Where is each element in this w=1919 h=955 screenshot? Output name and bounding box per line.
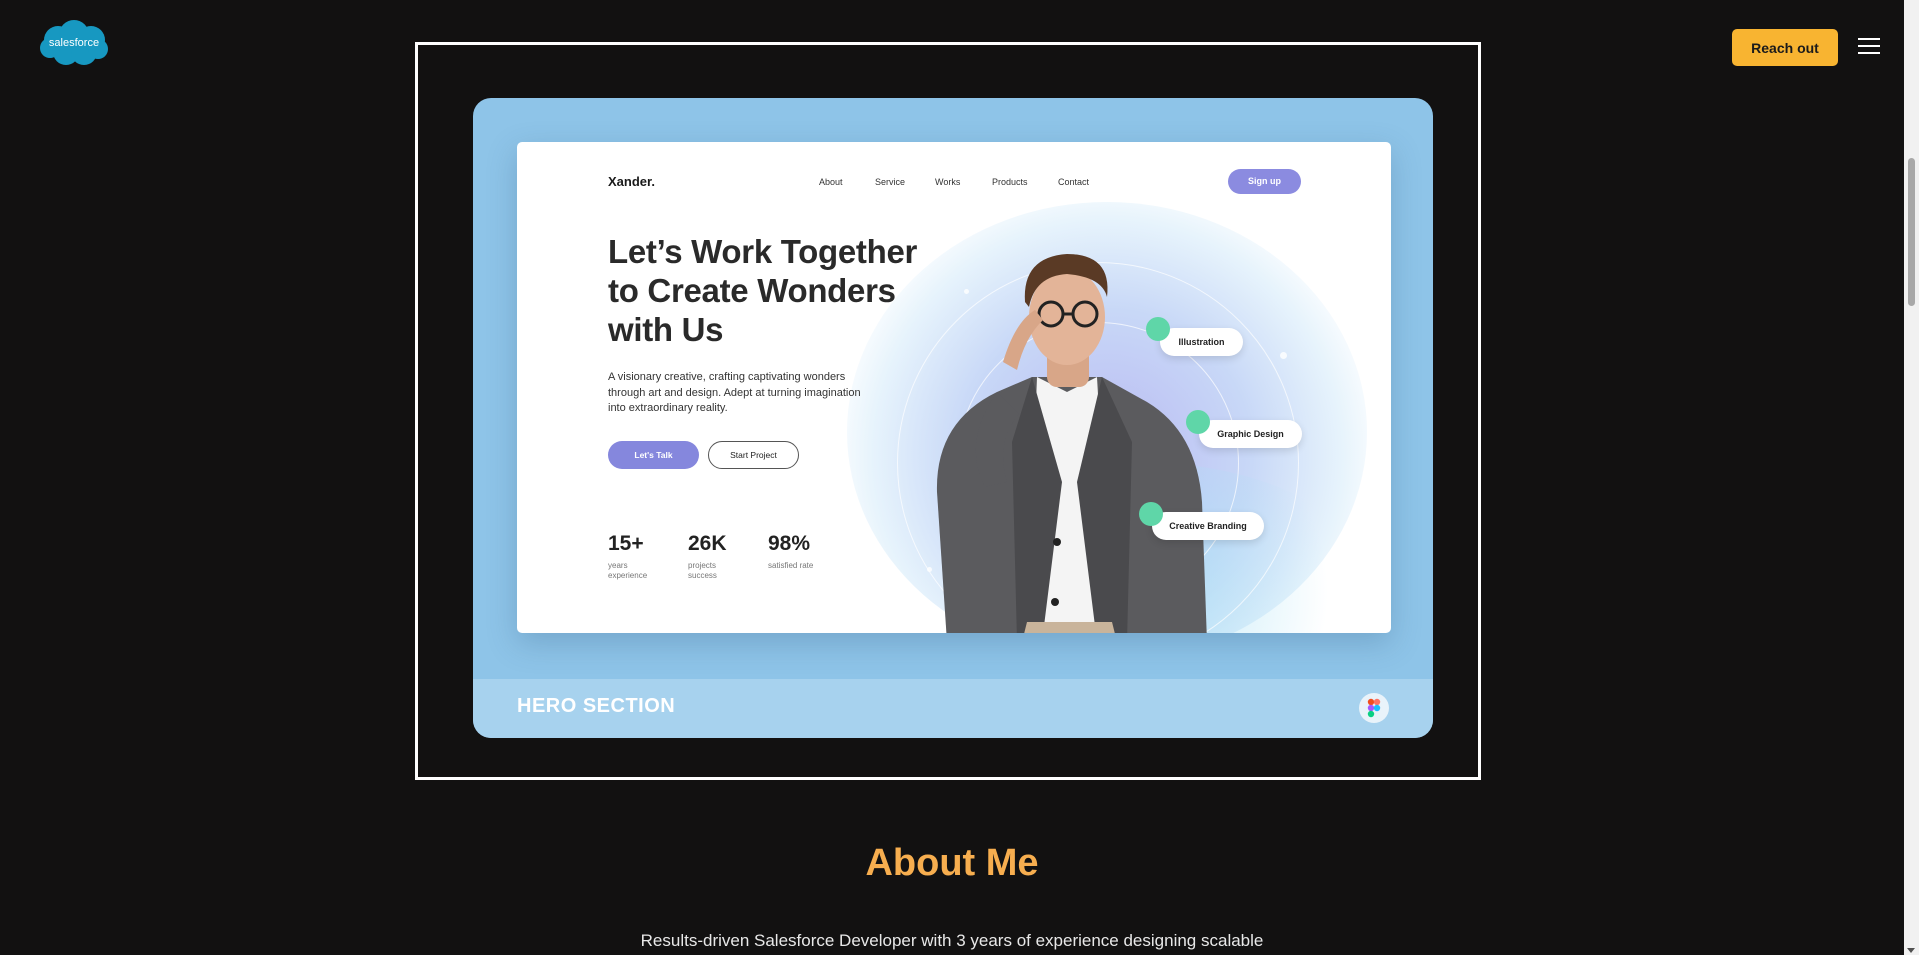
skill-tag: Graphic Design [1199, 420, 1302, 448]
mockup-nav-products: Products [992, 177, 1028, 187]
mockup-description: A visionary creative, crafting captivati… [608, 371, 861, 414]
mockup-lets-talk-button: Let's Talk [608, 441, 699, 469]
mockup-nav-works: Works [935, 177, 961, 187]
about-text: Results-driven Salesforce Developer with… [640, 931, 1264, 950]
skill-tag: Creative Branding [1152, 512, 1264, 540]
stat-value: 26K [688, 532, 727, 555]
person-illustration [936, 254, 1207, 633]
stat-label: years experience [608, 561, 648, 580]
salesforce-logo[interactable]: salesforce [38, 18, 110, 70]
about-title: About Me [865, 842, 1039, 884]
logo-text: salesforce [49, 37, 99, 49]
mockup-stat: 98% satisfied rate [768, 532, 818, 571]
mockup-nav-contact: Contact [1058, 177, 1090, 187]
decor-dot [1280, 352, 1287, 359]
mockup-stat: 26K projects success [688, 532, 738, 581]
reach-out-button[interactable]: Reach out [1732, 29, 1838, 66]
mockup-nav-service: Service [875, 177, 906, 187]
stat-value: 15+ [608, 532, 644, 555]
card-title: HERO SECTION [517, 695, 676, 717]
mockup-start-project-button: Start Project [708, 441, 799, 469]
mockup-signup-button: Sign up [1228, 169, 1301, 194]
scrollbar-thumb[interactable] [1908, 158, 1915, 306]
skill-tag: Illustration [1160, 328, 1243, 356]
scroll-down-arrow-icon[interactable] [1907, 948, 1915, 953]
illustration-icon [1146, 317, 1170, 341]
mockup-headline: Let’s Work Together to Create Wonders wi… [608, 233, 918, 348]
mockup-nav-about: About [819, 177, 843, 187]
stat-label: satisfied rate [768, 561, 814, 570]
scrollbar[interactable] [1904, 0, 1919, 955]
graphic-design-icon [1186, 410, 1210, 434]
stat-label: projects success [688, 561, 717, 580]
mockup-brand: Xander. [608, 174, 655, 189]
branding-icon [1139, 502, 1163, 526]
stat-value: 98% [768, 532, 811, 555]
project-card[interactable]: Xander. About Service Works Products Con… [473, 98, 1433, 738]
card-footer: HERO SECTION [473, 679, 1433, 738]
menu-icon[interactable] [1858, 38, 1880, 56]
figma-icon[interactable] [1359, 693, 1389, 723]
mockup-stat: 15+ years experience [608, 532, 658, 581]
hero-mockup: Xander. About Service Works Products Con… [517, 142, 1391, 633]
